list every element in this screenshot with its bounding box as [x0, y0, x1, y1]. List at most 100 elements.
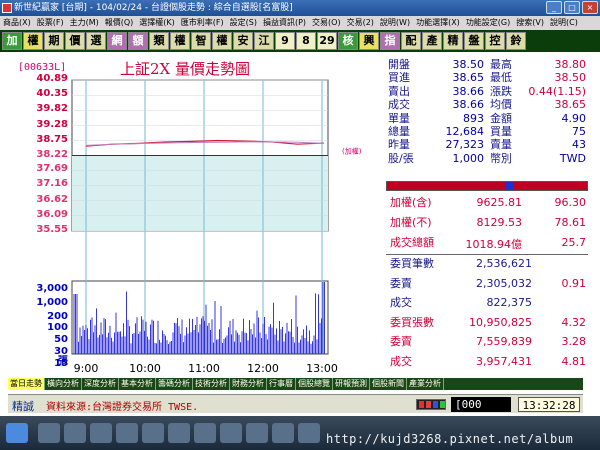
quote-value: 38.50 — [452, 58, 485, 71]
order-value: 822,375 — [486, 296, 533, 309]
menu-item[interactable]: 交易(O) — [309, 16, 344, 30]
menu-item[interactable]: 匯市利率(F) — [178, 16, 227, 30]
menu-item[interactable]: 損益資訊(P) — [260, 16, 309, 30]
toolbar-button[interactable]: 鈴 — [506, 32, 526, 50]
analysis-tab[interactable]: 產業分析 — [407, 378, 444, 390]
change-bar — [386, 181, 588, 191]
change-bar-blue — [505, 182, 513, 190]
menu-item[interactable]: 設定(S) — [227, 16, 260, 30]
toolbar-button[interactable]: 江 — [254, 32, 274, 50]
quote-label: 買量 — [490, 125, 512, 138]
function-toolbar: 加權期價選網額類權智權安江 9 8 29 核興指配產精盤控鈴 — [0, 30, 600, 52]
menu-item[interactable]: 選擇權(K) — [136, 16, 178, 30]
toolbar-button[interactable]: 權 — [170, 32, 190, 50]
taskbar-app-icon[interactable] — [220, 423, 242, 443]
toolbar-button[interactable]: 智 — [191, 32, 211, 50]
quote-value: 75 — [572, 125, 586, 138]
below-reference-fill — [72, 155, 328, 231]
menu-item[interactable]: 股票(F) — [34, 16, 67, 30]
quote-value: TWD — [559, 151, 586, 165]
taskbar-app-icon[interactable] — [142, 423, 164, 443]
analysis-tab[interactable]: 橫向分析 — [45, 378, 82, 390]
taskbar-app-icon[interactable] — [38, 423, 60, 443]
toolbar-button[interactable]: 安 — [233, 32, 253, 50]
taskbar-app-icon[interactable] — [298, 423, 320, 443]
order-ratio: 4.81 — [561, 354, 587, 368]
toolbar-button[interactable]: 權 — [23, 32, 43, 50]
start-icon[interactable] — [6, 423, 28, 443]
window-titlebar: 新世紀贏家 [台期] - 104/02/24 - 台證個股走勢 : 綜合自選股[… — [0, 0, 600, 16]
close-button[interactable]: × — [582, 1, 598, 14]
toolbar-button[interactable]: 類 — [149, 32, 169, 50]
analysis-tab[interactable]: 研報預測 — [333, 378, 370, 390]
minimize-button[interactable]: _ — [546, 1, 562, 14]
menu-item[interactable]: 商品(X) — [0, 16, 34, 30]
toolbar-button[interactable]: 價 — [65, 32, 85, 50]
order-label: 委買筆數 — [390, 257, 434, 270]
quote-label: 金額 — [490, 111, 512, 125]
maximize-button[interactable]: □ — [564, 1, 580, 14]
time-tick-label: 10:00 — [129, 362, 161, 375]
quote-value: 38.50 — [554, 71, 587, 85]
quote-label: 均價 — [490, 98, 512, 112]
toolbar-button[interactable]: 控 — [485, 32, 505, 50]
order-label: 成交 — [390, 296, 412, 309]
order-label: 委買張數 — [390, 315, 434, 329]
toolbar-button[interactable]: 配 — [401, 32, 421, 50]
menu-item[interactable]: 說明(C) — [547, 16, 581, 30]
index-change: 78.61 — [554, 216, 587, 229]
toolbar-button[interactable]: 29 — [317, 32, 337, 50]
toolbar-button[interactable]: 選 — [86, 32, 106, 50]
analysis-tab[interactable]: 基本分析 — [119, 378, 156, 390]
toolbar-button[interactable]: 興 — [359, 32, 379, 50]
watermark-url: http://kujd3268.pixnet.net/album — [326, 432, 574, 446]
order-value: 7,559,839 — [476, 335, 532, 348]
menu-item[interactable]: 交易(2) — [344, 16, 377, 30]
toolbar-button[interactable]: 權 — [212, 32, 232, 50]
chart-svg[interactable]: 9:00 10:00 11:00 12:00 13:00 (加權) — [8, 56, 383, 376]
menu-item[interactable]: 說明(W) — [377, 16, 413, 30]
order-label: 委賣 — [390, 335, 412, 348]
quote-label: 開盤 — [388, 58, 410, 71]
analysis-tab[interactable]: 當日走勢 — [8, 378, 45, 390]
analysis-tab[interactable]: 財務分析 — [230, 378, 267, 390]
menu-item[interactable]: 功能選擇(X) — [413, 16, 463, 30]
analysis-tab[interactable]: 個股總覽 — [296, 378, 333, 390]
analysis-tab[interactable]: 深度分析 — [82, 378, 119, 390]
toolbar-button[interactable]: 盤 — [464, 32, 484, 50]
analysis-tab[interactable]: 個股新聞 — [370, 378, 407, 390]
menu-item[interactable]: 功能設定(G) — [463, 16, 513, 30]
menu-item[interactable]: 報價(Q) — [102, 16, 137, 30]
index-label: 成交總額 — [390, 236, 434, 249]
window-title: 新世紀贏家 [台期] - 104/02/24 - 台證個股走勢 : 綜合自選股[… — [14, 3, 293, 13]
toolbar-button[interactable]: 產 — [422, 32, 442, 50]
taskbar-app-icon[interactable] — [246, 423, 268, 443]
taskbar-app-icon[interactable] — [194, 423, 216, 443]
time-tick-label: 11:00 — [188, 362, 220, 375]
quote-value: 38.80 — [554, 58, 587, 71]
analysis-tab[interactable]: 行事曆 — [267, 378, 296, 390]
taskbar-app-icon[interactable] — [64, 423, 86, 443]
quote-label: 昨量 — [388, 138, 410, 152]
analysis-tab[interactable]: 技術分析 — [193, 378, 230, 390]
toolbar-button[interactable]: 核 — [338, 32, 358, 50]
toolbar-button[interactable]: 指 — [380, 32, 400, 50]
toolbar-button[interactable]: 額 — [128, 32, 148, 50]
toolbar-button[interactable]: 精 — [443, 32, 463, 50]
order-ratio: 0.91 — [561, 276, 587, 290]
menu-item[interactable]: 主力(M) — [67, 16, 102, 30]
toolbar-button[interactable]: 8 — [296, 32, 316, 50]
quote-value: 4.90 — [561, 111, 587, 125]
toolbar-button[interactable]: 網 — [107, 32, 127, 50]
taskbar-app-icon[interactable] — [116, 423, 138, 443]
quote-label: 總量 — [388, 125, 410, 138]
toolbar-button[interactable]: 期 — [44, 32, 64, 50]
taskbar-app-icon[interactable] — [90, 423, 112, 443]
menu-item[interactable]: 搜索(V) — [513, 16, 547, 30]
taskbar-app-icon[interactable] — [168, 423, 190, 443]
quote-value: 12,684 — [445, 125, 485, 138]
toolbar-button[interactable]: 9 — [275, 32, 295, 50]
toolbar-button[interactable]: 加 — [2, 32, 22, 50]
taskbar-app-icon[interactable] — [272, 423, 294, 443]
analysis-tab[interactable]: 籌碼分析 — [156, 378, 193, 390]
